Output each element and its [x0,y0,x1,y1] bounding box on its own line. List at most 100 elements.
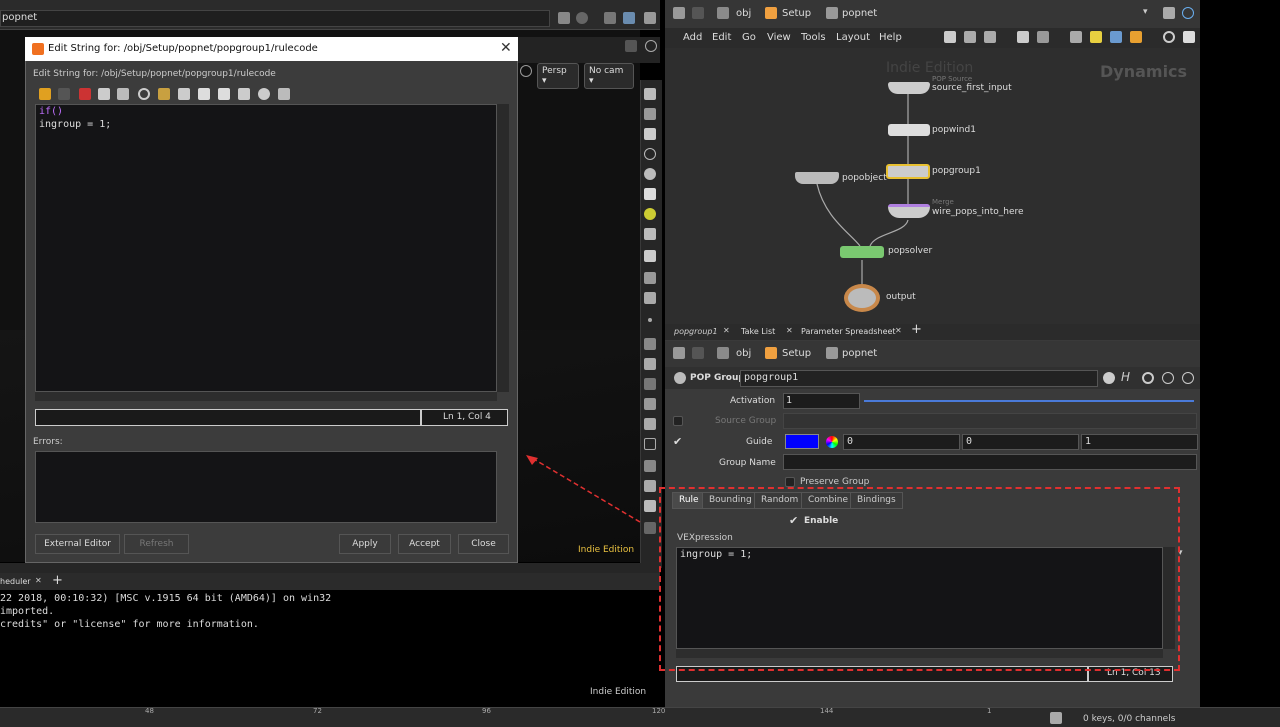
forward-icon-2[interactable] [692,347,704,359]
color-wheel-icon[interactable] [826,436,838,448]
cut-icon[interactable] [79,88,91,100]
guide-color-swatch[interactable] [785,434,819,449]
tool-icon-15[interactable] [644,398,656,410]
back-icon-2[interactable] [673,347,685,359]
search-icon[interactable] [1142,372,1154,384]
tab-popgroup1-close-icon[interactable]: ✕ [723,326,730,335]
note-icon-2[interactable] [1090,31,1102,43]
menu-layout[interactable]: Layout [836,32,870,43]
h-icon[interactable]: H [1121,370,1130,384]
obj-icon[interactable] [717,7,729,19]
tool-icon-4[interactable] [644,148,656,160]
find-icon[interactable] [138,88,150,100]
pin-icon-2[interactable] [1163,7,1175,19]
copy-icon[interactable] [98,88,110,100]
settings-icon[interactable] [625,40,637,52]
tab-spreadsheet-close-icon[interactable]: ✕ [895,326,902,335]
node-merge[interactable] [888,204,930,218]
guide-r-field[interactable] [843,434,960,450]
forward-icon[interactable] [692,7,704,19]
node-source[interactable] [888,82,930,94]
link-icon-2[interactable] [1182,7,1194,19]
node-output[interactable] [844,284,880,312]
node-group[interactable] [886,164,930,179]
paste-icon[interactable] [117,88,129,100]
note-icon[interactable] [258,88,270,100]
view-icon-1[interactable] [604,12,616,24]
path-popnet[interactable]: popnet [842,8,877,19]
params-path-popnet[interactable]: popnet [842,348,877,359]
node-wind[interactable] [888,124,930,136]
dot-icon[interactable] [648,318,652,322]
camera-icon[interactable] [1183,31,1195,43]
help-icon-2[interactable] [1182,372,1194,384]
wrench-icon[interactable] [944,31,956,43]
params-path-setup[interactable]: Setup [782,348,811,359]
tab-spreadsheet[interactable]: Parameter Spreadsheet [801,327,896,336]
accept-button[interactable]: Accept [398,534,451,554]
code-scrollbar[interactable] [497,104,509,392]
tool-icon-1[interactable] [644,88,656,100]
menu-help[interactable]: Help [879,32,902,43]
tool-icon-12[interactable] [644,338,656,350]
external-editor-button[interactable]: External Editor [35,534,120,554]
console-tab[interactable]: heduler [0,577,31,586]
popnet-icon[interactable] [826,7,838,19]
node-object[interactable] [795,172,839,184]
tool-icon-5[interactable] [644,168,656,180]
help-icon[interactable] [645,40,657,52]
bookmark-icon[interactable] [238,88,250,100]
tree-icon[interactable] [964,31,976,43]
camera-dropdown[interactable]: No cam ▾ [584,63,634,89]
tool-icon-11[interactable] [644,292,656,304]
view-icon-2[interactable] [623,12,635,24]
pane-divider[interactable] [0,563,660,573]
guide-g-field[interactable] [962,434,1079,450]
zoom-icon[interactable] [1163,31,1175,43]
list-icon[interactable] [984,31,996,43]
edit-icon[interactable] [278,88,290,100]
group-name-field[interactable] [783,454,1197,470]
view-icon-3[interactable] [644,12,656,24]
undo-icon[interactable] [39,88,51,100]
tool-icon-9[interactable] [644,250,656,262]
menu-add[interactable]: Add [683,32,702,43]
dialog-close-icon[interactable]: ✕ [500,40,512,56]
uncomment-icon[interactable] [218,88,230,100]
guide-b-field[interactable] [1081,434,1198,450]
add-tab-icon-2[interactable]: + [911,322,922,337]
refresh-button[interactable]: Refresh [124,534,189,554]
console-area[interactable] [0,590,660,705]
lock-icon[interactable] [520,65,532,77]
replace-icon[interactable] [158,88,170,100]
path-obj[interactable]: obj [736,8,751,19]
path-field-left[interactable] [0,10,550,27]
preserve-group-checkbox[interactable] [785,477,795,487]
source-group-checkbox[interactable] [673,416,683,426]
link-icon[interactable] [576,12,588,24]
close-button[interactable]: Close [458,534,509,554]
tool-icon-6[interactable] [644,188,656,200]
menu-edit[interactable]: Edit [712,32,731,43]
activation-field[interactable] [783,393,860,409]
gear-icon[interactable] [1103,372,1115,384]
menu-tools[interactable]: Tools [801,32,826,43]
console-tab-close-icon[interactable]: ✕ [35,576,42,585]
indent-icon[interactable] [178,88,190,100]
menu-go[interactable]: Go [742,32,756,43]
code-editor[interactable] [35,104,497,392]
tab-take-list-close-icon[interactable]: ✕ [786,326,793,335]
tab-popgroup1[interactable]: popgroup1 [674,327,718,336]
back-icon[interactable] [673,7,685,19]
add-tab-icon[interactable]: + [52,573,63,588]
params-path-obj[interactable]: obj [736,348,751,359]
popnet-icon-2[interactable] [826,347,838,359]
comment-icon[interactable] [198,88,210,100]
box-icon[interactable] [1130,31,1142,43]
pin-icon[interactable] [558,12,570,24]
activation-slider[interactable] [864,400,1194,402]
setup-icon[interactable] [765,7,777,19]
palette-icon[interactable] [1110,31,1122,43]
guide-checkbox[interactable]: ✔ [673,435,682,448]
tool-icon-16[interactable] [644,418,656,430]
